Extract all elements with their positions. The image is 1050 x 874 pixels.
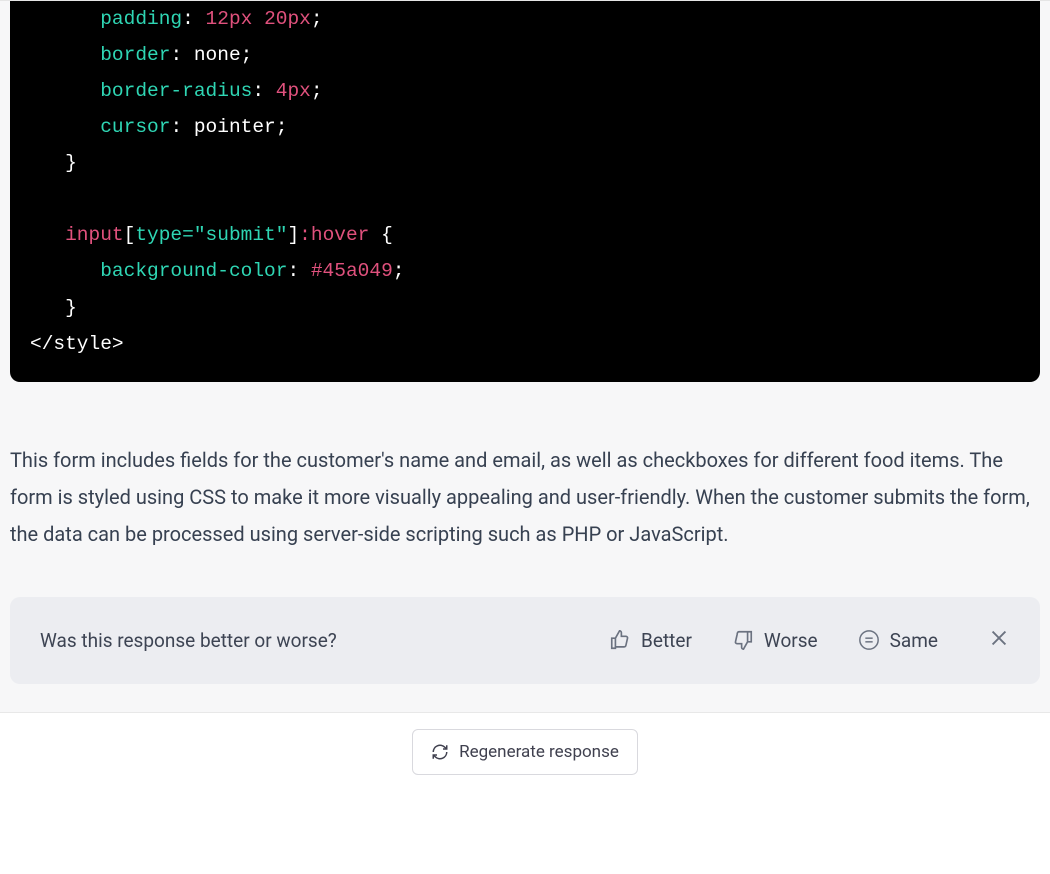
code-block[interactable]: padding: 12px 20px; border: none; border… [10,1,1040,382]
code-line: background-color: #45a049; [30,260,404,282]
assistant-message-panel: padding: 12px 20px; border: none; border… [0,0,1050,775]
feedback-worse-button[interactable]: Worse [732,629,818,652]
bottom-toolbar: Regenerate response [0,712,1050,775]
code-line: border-radius: 4px; [30,80,323,102]
feedback-better-label: Better [641,629,692,652]
feedback-better-button[interactable]: Better [609,629,692,652]
code-line: </style> [30,333,124,355]
code-line: } [30,152,77,174]
regenerate-button[interactable]: Regenerate response [412,729,638,775]
response-paragraph: This form includes fields for the custom… [4,382,1046,593]
feedback-worse-label: Worse [764,629,818,652]
feedback-close-button[interactable] [988,627,1010,654]
feedback-same-button[interactable]: Same [858,629,938,652]
feedback-same-label: Same [890,629,938,652]
thumbs-down-icon [732,629,754,651]
code-line: input[type="submit"]:hover { [30,224,393,246]
code-line: cursor: pointer; [30,116,287,138]
code-line: border: none; [30,44,252,66]
code-line: } [30,297,77,319]
regenerate-icon [431,743,449,761]
close-icon [988,627,1010,649]
code-line: padding: 12px 20px; [30,8,323,30]
feedback-bar: Was this response better or worse? Bette… [10,597,1040,684]
feedback-prompt: Was this response better or worse? [40,629,569,652]
regenerate-label: Regenerate response [459,742,619,762]
equals-icon [858,629,880,651]
thumbs-up-icon [609,629,631,651]
